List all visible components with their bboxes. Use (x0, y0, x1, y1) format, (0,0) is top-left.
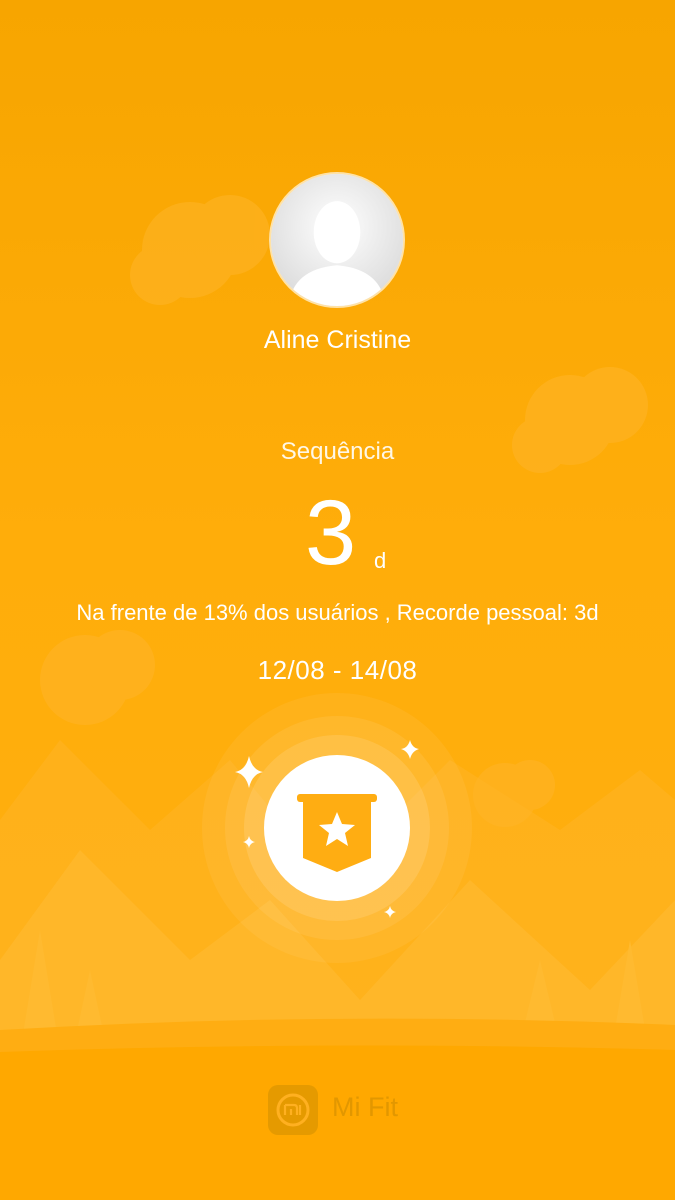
default-user-icon (271, 174, 403, 306)
user-name: Aline Cristine (263, 326, 412, 354)
brand-name: Mi Fit (332, 1092, 398, 1122)
streak-value: 3 (305, 482, 357, 584)
streak-unit: d (374, 548, 387, 573)
mi-logo-icon (268, 1085, 318, 1135)
date-range: 12/08 - 14/08 (257, 655, 418, 685)
streak-badge[interactable] (197, 688, 477, 968)
avatar[interactable] (269, 172, 405, 308)
streak-stats: Na frente de 13% dos usuários , Recorde … (76, 600, 599, 625)
streak-label: Sequência (280, 438, 395, 465)
star-banner-icon (297, 794, 377, 872)
